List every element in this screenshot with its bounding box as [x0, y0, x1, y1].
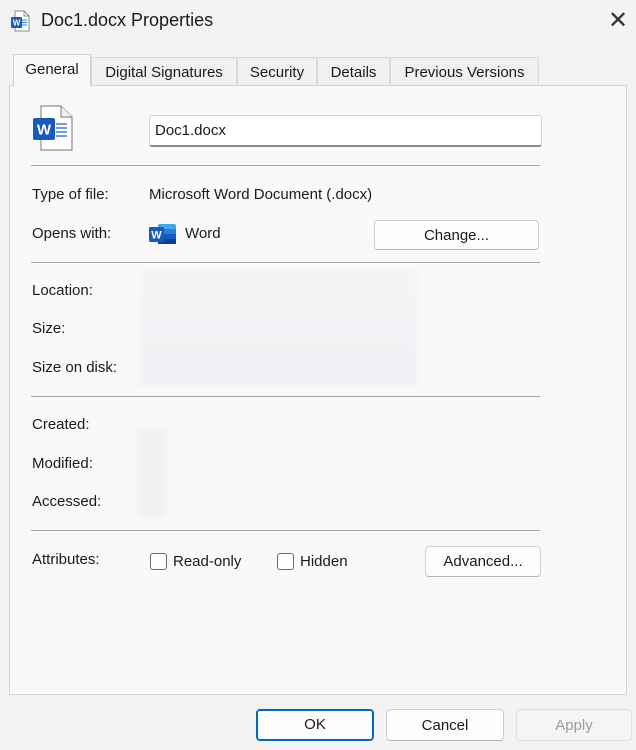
accessed-label: Accessed: — [32, 493, 102, 510]
separator — [31, 530, 540, 531]
hidden-label[interactable]: Hidden — [300, 553, 348, 570]
tab-previous-versions[interactable]: Previous Versions — [390, 57, 539, 85]
cancel-button[interactable]: Cancel — [386, 709, 504, 741]
separator — [31, 396, 540, 397]
read-only-label[interactable]: Read-only — [173, 553, 241, 570]
tab-details[interactable]: Details — [317, 57, 390, 85]
change-button[interactable]: Change... — [374, 220, 539, 250]
read-only-checkbox[interactable] — [150, 553, 167, 570]
created-label: Created: — [32, 416, 90, 433]
location-label: Location: — [32, 282, 93, 299]
opens-with-label: Opens with: — [32, 225, 112, 242]
tab-general[interactable]: General — [13, 54, 91, 86]
size-label: Size: — [32, 320, 66, 337]
tab-security[interactable]: Security — [237, 57, 317, 85]
advanced-button[interactable]: Advanced... — [425, 546, 541, 577]
file-name-input[interactable] — [149, 115, 542, 147]
general-panel — [9, 85, 627, 695]
word-document-icon: W — [11, 10, 30, 32]
opens-with-value: Word — [185, 225, 221, 242]
type-of-file-value: Microsoft Word Document (.docx) — [149, 186, 373, 203]
redacted-area — [140, 268, 418, 386]
title-bar: W Doc1.docx Properties ✕ — [0, 0, 636, 44]
word-document-icon: W — [33, 105, 73, 151]
word-app-icon: W — [149, 224, 176, 244]
type-of-file-label: Type of file: — [32, 186, 109, 203]
separator — [31, 165, 540, 166]
tab-digital-signatures[interactable]: Digital Signatures — [91, 57, 237, 85]
apply-button[interactable]: Apply — [516, 709, 632, 741]
redacted-area — [138, 428, 166, 518]
window-title: Doc1.docx Properties — [41, 10, 214, 30]
attributes-label: Attributes: — [32, 551, 100, 568]
svg-text:W: W — [37, 122, 52, 139]
close-icon[interactable]: ✕ — [604, 8, 632, 36]
modified-label: Modified: — [32, 455, 93, 472]
separator — [31, 262, 540, 263]
svg-text:W: W — [13, 19, 21, 28]
svg-text:W: W — [151, 230, 162, 242]
ok-button[interactable]: OK — [256, 709, 374, 741]
hidden-checkbox[interactable] — [277, 553, 294, 570]
size-on-disk-label: Size on disk: — [32, 359, 118, 376]
